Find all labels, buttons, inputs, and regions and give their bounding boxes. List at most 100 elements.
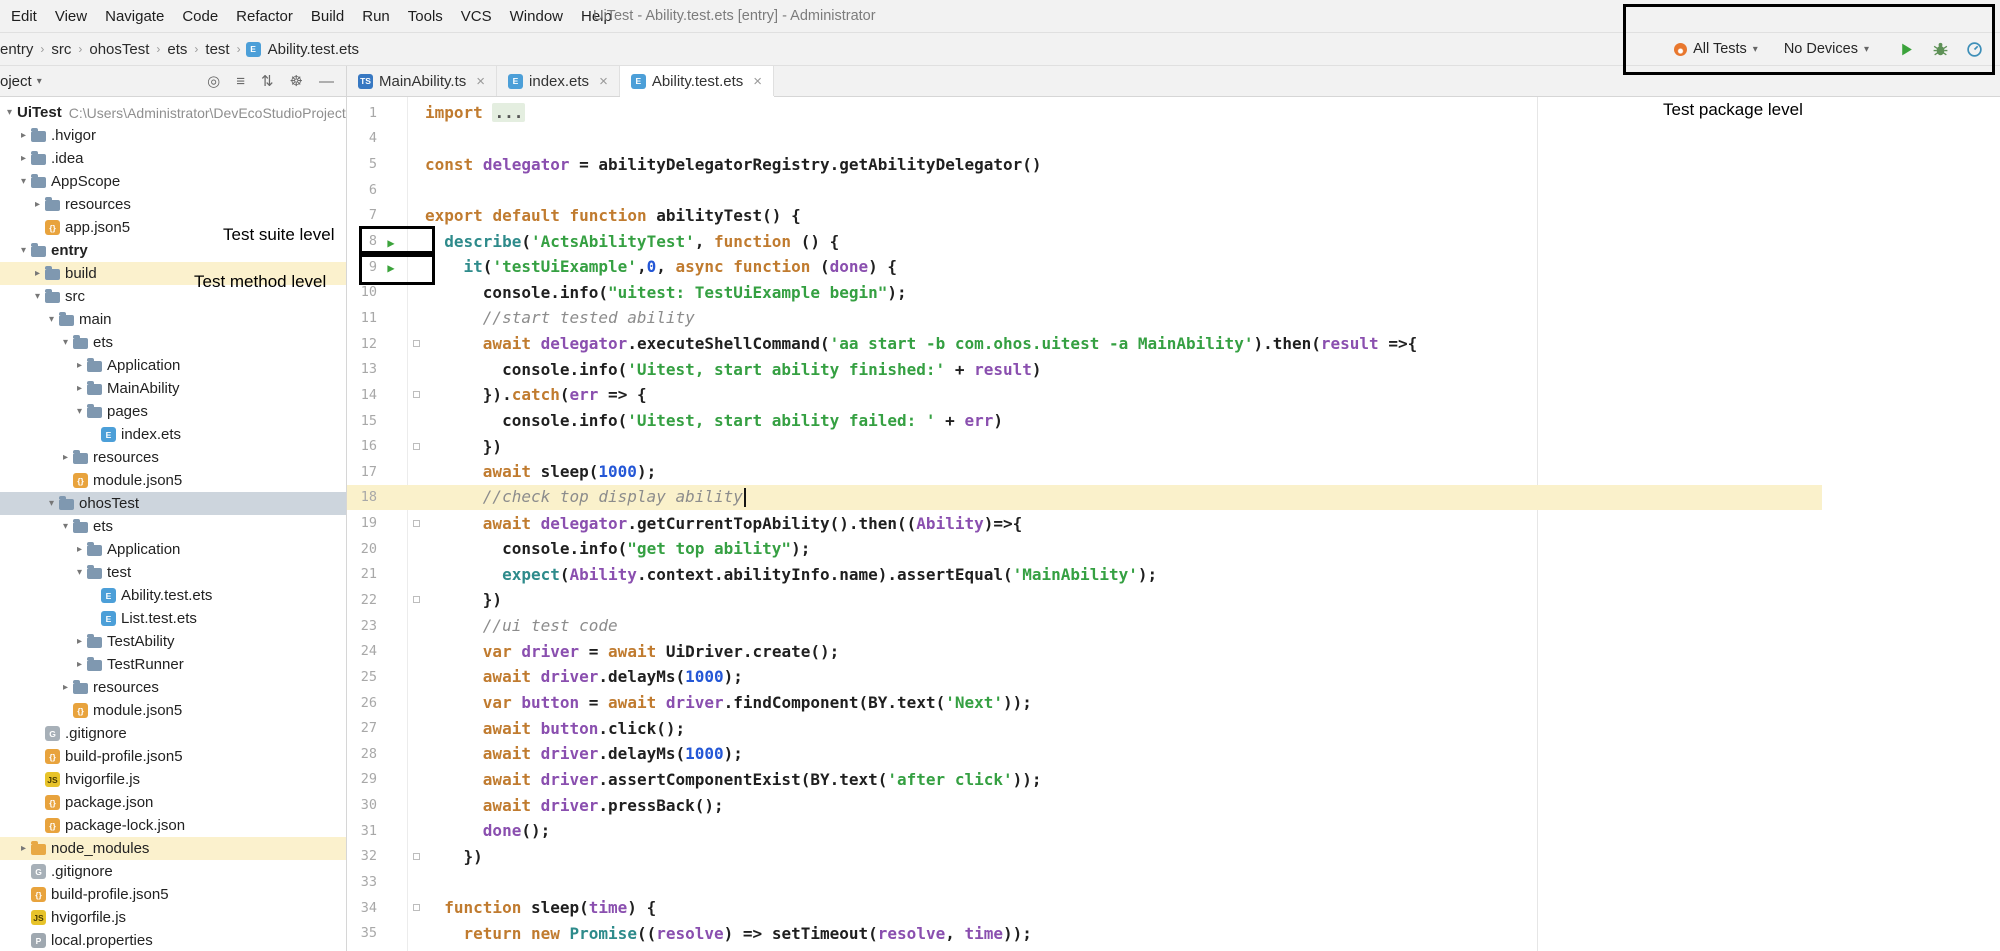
tree-item-resources[interactable]: ▸resources — [0, 446, 346, 469]
fold-marker-icon[interactable] — [413, 340, 420, 347]
code-text[interactable]: }) — [425, 847, 1822, 866]
tab-MainAbility.ts[interactable]: TSMainAbility.ts× — [347, 66, 497, 96]
collapsed-arrow-icon[interactable]: ▸ — [30, 268, 45, 279]
expanded-arrow-icon[interactable]: ▾ — [2, 107, 17, 118]
close-icon[interactable]: × — [753, 73, 762, 90]
breadcrumb-ets[interactable]: ets — [165, 41, 189, 58]
run-button[interactable] — [1895, 38, 1917, 60]
breadcrumb-Ability.test.ets[interactable]: Ability.test.ets — [266, 41, 361, 58]
expanded-arrow-icon[interactable]: ▾ — [72, 567, 87, 578]
tree-item-TestRunner[interactable]: ▸TestRunner — [0, 653, 346, 676]
code-text[interactable]: var driver = await UiDriver.create(); — [425, 642, 1822, 661]
collapsed-arrow-icon[interactable]: ▸ — [72, 383, 87, 394]
menu-item-navigate[interactable]: Navigate — [96, 0, 173, 32]
code-text[interactable]: //check top display ability — [425, 487, 1822, 507]
collapsed-arrow-icon[interactable]: ▸ — [58, 452, 73, 463]
tree-item-main[interactable]: ▾main — [0, 308, 346, 331]
code-text[interactable]: console.info('Uitest, start ability fini… — [425, 360, 1822, 379]
tree-item-resources[interactable]: ▸resources — [0, 193, 346, 216]
code-text[interactable]: await sleep(1000); — [425, 462, 1822, 481]
expanded-arrow-icon[interactable]: ▾ — [44, 314, 59, 325]
breadcrumb-ohosTest[interactable]: ohosTest — [87, 41, 151, 58]
run-config-selector[interactable]: All Tests ▾ — [1674, 41, 1758, 57]
tree-item-ohosTest[interactable]: ▾ohosTest — [0, 492, 346, 515]
tree-item-.hvigor[interactable]: ▸.hvigor — [0, 124, 346, 147]
code-text[interactable]: console.info('Uitest, start ability fail… — [425, 411, 1822, 430]
collapsed-arrow-icon[interactable]: ▸ — [16, 130, 31, 141]
tree-item-.gitignore[interactable]: G.gitignore — [0, 860, 346, 883]
tree-item-.idea[interactable]: ▸.idea — [0, 147, 346, 170]
fold-marker-icon[interactable] — [413, 520, 420, 527]
tree-item-test[interactable]: ▾test — [0, 561, 346, 584]
settings-gear-icon[interactable]: ☸ — [290, 72, 303, 90]
code-text[interactable]: await button.click(); — [425, 719, 1822, 738]
code-text[interactable]: await driver.delayMs(1000); — [425, 667, 1822, 686]
fold-marker-icon[interactable] — [413, 904, 420, 911]
code-text[interactable]: console.info("get top ability"); — [425, 539, 1822, 558]
tree-item-module.json5[interactable]: {}module.json5 — [0, 699, 346, 722]
code-text[interactable]: it('testUiExample',0, async function (do… — [425, 257, 1822, 276]
menu-item-tools[interactable]: Tools — [399, 0, 452, 32]
code-text[interactable]: await driver.pressBack(); — [425, 796, 1822, 815]
tree-item-hvigorfile.js[interactable]: JShvigorfile.js — [0, 906, 346, 929]
code-text[interactable]: await delegator.executeShellCommand('aa … — [425, 334, 1822, 353]
code-text[interactable]: await driver.delayMs(1000); — [425, 744, 1822, 763]
tree-item-Application[interactable]: ▸Application — [0, 538, 346, 561]
menu-item-view[interactable]: View — [46, 0, 96, 32]
menu-item-edit[interactable]: Edit — [2, 0, 46, 32]
tree-item-AppScope[interactable]: ▾AppScope — [0, 170, 346, 193]
code-editor[interactable]: 1import ...45const delegator = abilityDe… — [347, 97, 2000, 951]
tree-item-pages[interactable]: ▾pages — [0, 400, 346, 423]
menu-item-vcs[interactable]: VCS — [452, 0, 501, 32]
expanded-arrow-icon[interactable]: ▾ — [72, 406, 87, 417]
collapsed-arrow-icon[interactable]: ▸ — [58, 682, 73, 693]
project-panel-title[interactable]: Project — [0, 73, 32, 90]
tree-item-UiTest[interactable]: ▾UiTestC:\Users\Administrator\DevEcoStud… — [0, 101, 346, 124]
expanded-arrow-icon[interactable]: ▾ — [16, 245, 31, 256]
tree-item-ets[interactable]: ▾ets — [0, 515, 346, 538]
tree-item-package.json[interactable]: {}package.json — [0, 791, 346, 814]
hide-panel-icon[interactable]: ― — [319, 73, 334, 90]
tree-item-local.properties[interactable]: Plocal.properties — [0, 929, 346, 951]
code-text[interactable]: await delegator.getCurrentTopAbility().t… — [425, 514, 1822, 533]
tab-index.ets[interactable]: Eindex.ets× — [497, 66, 620, 96]
code-text[interactable]: const delegator = abilityDelegatorRegist… — [425, 155, 1822, 174]
code-text[interactable]: var button = await driver.findComponent(… — [425, 693, 1822, 712]
code-text[interactable]: console.info("uitest: TestUiExample begi… — [425, 283, 1822, 302]
collapsed-arrow-icon[interactable]: ▸ — [30, 199, 45, 210]
collapsed-arrow-icon[interactable]: ▸ — [16, 843, 31, 854]
collapsed-arrow-icon[interactable]: ▸ — [72, 636, 87, 647]
collapsed-arrow-icon[interactable]: ▸ — [72, 544, 87, 555]
breadcrumb-test[interactable]: test — [203, 41, 231, 58]
breadcrumb-src[interactable]: src — [49, 41, 73, 58]
tree-item-resources[interactable]: ▸resources — [0, 676, 346, 699]
code-text[interactable]: }) — [425, 437, 1822, 456]
menu-item-code[interactable]: Code — [173, 0, 227, 32]
code-text[interactable]: return new Promise((resolve) => setTimeo… — [425, 924, 1822, 943]
tree-item-hvigorfile.js[interactable]: JShvigorfile.js — [0, 768, 346, 791]
tree-item-node_modules[interactable]: ▸node_modules — [0, 837, 346, 860]
menu-item-refactor[interactable]: Refactor — [227, 0, 302, 32]
tree-item-Application[interactable]: ▸Application — [0, 354, 346, 377]
tree-item-MainAbility[interactable]: ▸MainAbility — [0, 377, 346, 400]
fold-marker-icon[interactable] — [413, 853, 420, 860]
menu-item-build[interactable]: Build — [302, 0, 353, 32]
locate-file-icon[interactable]: ◎ — [207, 72, 220, 90]
tab-Ability.test.ets[interactable]: EAbility.test.ets× — [620, 66, 774, 96]
run-test-icon[interactable]: ▶ — [387, 236, 394, 250]
device-selector[interactable]: No Devices ▾ — [1784, 41, 1869, 57]
tree-item-module.json5[interactable]: {}module.json5 — [0, 469, 346, 492]
collapsed-arrow-icon[interactable]: ▸ — [72, 360, 87, 371]
expanded-arrow-icon[interactable]: ▾ — [58, 521, 73, 532]
tree-item-ets[interactable]: ▾ets — [0, 331, 346, 354]
code-text[interactable]: function sleep(time) { — [425, 898, 1822, 917]
chevron-down-icon[interactable]: ▾ — [37, 76, 42, 87]
view-options-icon[interactable]: ≡ — [236, 73, 245, 90]
close-icon[interactable]: × — [599, 73, 608, 90]
expanded-arrow-icon[interactable]: ▾ — [16, 176, 31, 187]
tree-item-build-profile.json5[interactable]: {}build-profile.json5 — [0, 745, 346, 768]
tree-item-List.test.ets[interactable]: EList.test.ets — [0, 607, 346, 630]
collapsed-arrow-icon[interactable]: ▸ — [72, 659, 87, 670]
expanded-arrow-icon[interactable]: ▾ — [58, 337, 73, 348]
code-text[interactable]: describe('ActsAbilityTest', function () … — [425, 232, 1822, 251]
